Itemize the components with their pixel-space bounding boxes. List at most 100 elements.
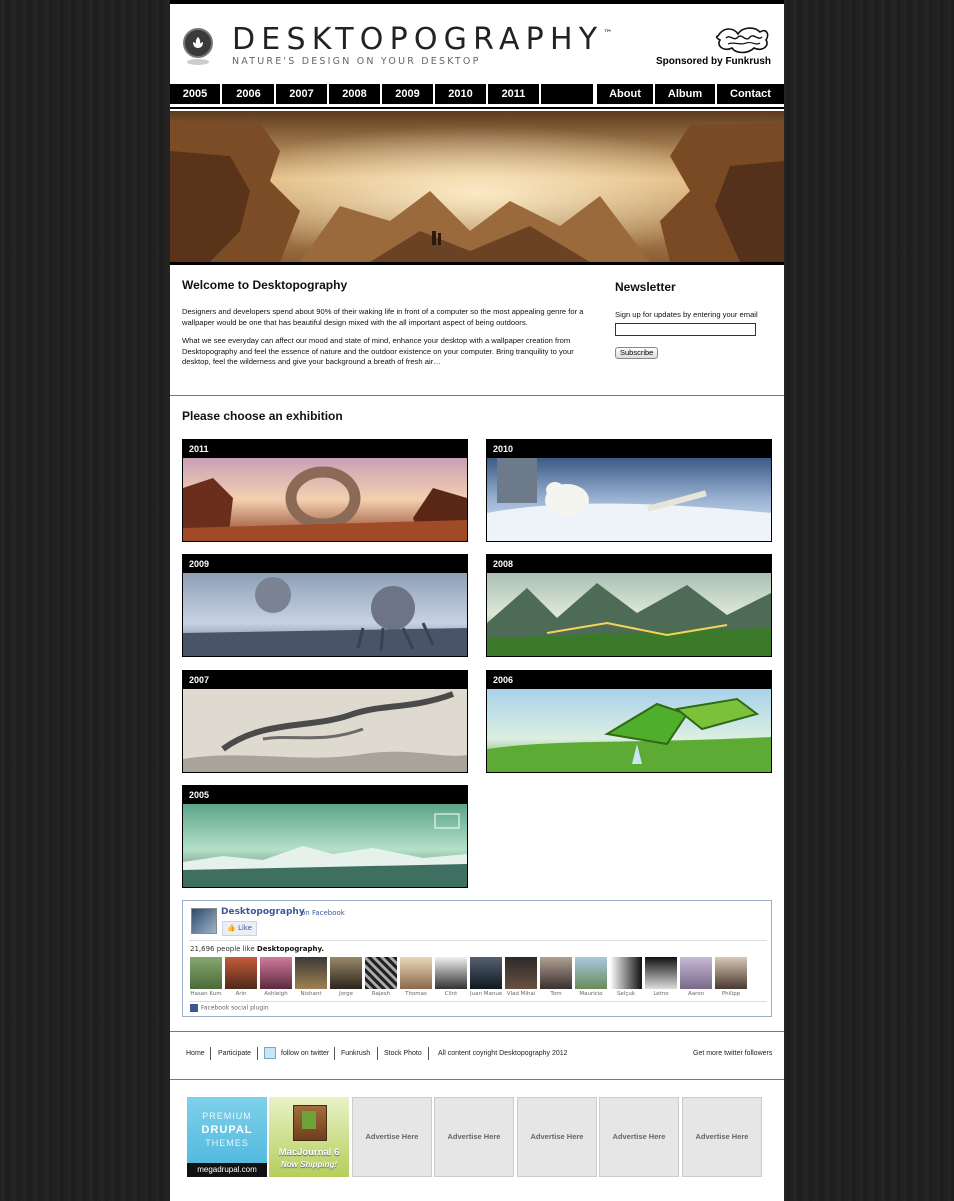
ad-placeholder[interactable]: Advertise Here [434, 1097, 514, 1177]
ad-placeholder[interactable]: Advertise Here [682, 1097, 762, 1177]
exhibition-2005[interactable]: 2005 [182, 785, 468, 888]
facebook-face[interactable]: Maurício [575, 957, 607, 997]
sponsor-text[interactable]: Sponsored by Funkrush [656, 56, 771, 67]
footer-link-home[interactable]: Home [186, 1050, 205, 1057]
exhibition-year-label: 2011 [183, 440, 467, 458]
avatar [470, 957, 502, 989]
nav-contact[interactable]: Contact [717, 84, 784, 104]
nav-year-2007[interactable]: 2007 [276, 84, 329, 104]
exhibition-thumbnail[interactable] [183, 458, 467, 541]
avatar [400, 957, 432, 989]
footer-links: Home Participate follow on twitter Funkr… [186, 1047, 776, 1062]
exhibition-2011[interactable]: 2011 [182, 439, 468, 542]
facebook-on-label[interactable]: on Facebook [301, 909, 345, 917]
exhibition-thumbnail[interactable] [183, 573, 467, 656]
facebook-face[interactable]: Nishant [295, 957, 327, 997]
facebook-face[interactable]: Aaron [680, 957, 712, 997]
ad-row: PREMIUM DRUPAL THEMES megadrupal.com Mac… [187, 1097, 767, 1177]
facebook-like-button[interactable]: 👍 Like [222, 921, 257, 936]
section-divider [170, 395, 784, 396]
page-container: DESKTOPOGRAPHY™ NATURE'S DESIGN ON YOUR … [170, 4, 784, 1201]
facebook-face[interactable]: Selçuk [610, 957, 642, 997]
welcome-title: Welcome to Desktopography [182, 278, 348, 292]
funkrush-logo-icon[interactable] [714, 24, 772, 56]
facebook-face[interactable]: Vlad Mihai [505, 957, 537, 997]
exhibition-2009[interactable]: 2009 [182, 554, 468, 657]
exhibition-thumbnail[interactable] [183, 804, 467, 887]
footer-separator [210, 1047, 211, 1060]
footer-link-twitter[interactable]: follow on twitter [281, 1050, 329, 1057]
exhibition-2007[interactable]: 2007 [182, 670, 468, 773]
footer-link-participate[interactable]: Participate [218, 1050, 251, 1057]
facebook-face[interactable]: Rajesh [365, 957, 397, 997]
exhibition-year-label: 2009 [183, 555, 467, 573]
exhibition-thumbnail[interactable] [487, 458, 771, 541]
avatar [435, 957, 467, 989]
divider [189, 1001, 767, 1002]
footer-link-funkrush[interactable]: Funkrush [341, 1050, 370, 1057]
nav-year-2011[interactable]: 2011 [488, 84, 541, 104]
ad-megadrupal[interactable]: PREMIUM DRUPAL THEMES megadrupal.com [187, 1097, 267, 1177]
exhibition-2010[interactable]: 2010 [486, 439, 772, 542]
ad-macjournal[interactable]: MacJournal 6 Now Shipping! [269, 1097, 349, 1177]
facebook-face[interactable]: Arin [225, 957, 257, 997]
newsletter-email-input[interactable] [615, 323, 756, 336]
facebook-face[interactable]: Letno [645, 957, 677, 997]
exhibition-thumbnail[interactable] [183, 689, 467, 772]
exhibition-year-label: 2005 [183, 786, 467, 804]
subscribe-button[interactable]: Subscribe [615, 347, 659, 359]
facebook-face[interactable]: Tom [540, 957, 572, 997]
trademark-symbol: ™ [603, 29, 613, 39]
section-divider [170, 1079, 784, 1080]
logo-icon[interactable] [183, 28, 213, 58]
nav-year-2010[interactable]: 2010 [435, 84, 488, 104]
exhibition-thumbnail[interactable] [487, 689, 771, 772]
facebook-face[interactable]: Clint [435, 957, 467, 997]
footer-link-stock-photo[interactable]: Stock Photo [384, 1050, 422, 1057]
nav-album[interactable]: Album [655, 84, 717, 104]
exhibition-2006[interactable]: 2006 [486, 670, 772, 773]
ad-text: Now Shipping! [281, 1160, 337, 1169]
ad-site-label: megadrupal.com [187, 1163, 267, 1177]
site-tagline: NATURE'S DESIGN ON YOUR DESKTOP [232, 56, 481, 67]
facebook-page-name[interactable]: Desktopography [221, 907, 305, 917]
facebook-face[interactable]: Jorge [330, 957, 362, 997]
nav-year-2006[interactable]: 2006 [223, 84, 276, 104]
facebook-face[interactable]: Ashleigh [260, 957, 292, 997]
footer-separator [334, 1047, 335, 1060]
site-title[interactable]: DESKTOPOGRAPHY™ [232, 22, 612, 57]
ad-placeholder[interactable]: Advertise Here [352, 1097, 432, 1177]
avatar [680, 957, 712, 989]
welcome-paragraph-1: Designers and developers spend about 90%… [182, 307, 584, 327]
hero-banner [170, 111, 784, 262]
newsletter-text: Sign up for updates by entering your ema… [615, 310, 758, 319]
ad-placeholder[interactable]: Advertise Here [599, 1097, 679, 1177]
facebook-like-label: Like [237, 924, 252, 932]
facebook-face[interactable]: Hasan Kum [190, 957, 222, 997]
avatar [715, 957, 747, 989]
ad-text: DRUPAL [201, 1124, 253, 1136]
facebook-face[interactable]: Thomas [400, 957, 432, 997]
facebook-page-avatar[interactable] [191, 908, 217, 934]
ad-placeholder[interactable]: Advertise Here [517, 1097, 597, 1177]
facebook-icon [190, 1004, 198, 1012]
facebook-plugin-label[interactable]: Facebook social plugin [190, 1004, 269, 1012]
welcome-paragraph-2: What we see everyday can affect our mood… [182, 336, 574, 366]
exhibition-thumbnail[interactable] [487, 573, 771, 656]
avatar [645, 957, 677, 989]
facebook-face[interactable]: Juan Manue [470, 957, 502, 997]
ad-text: THEMES [205, 1138, 249, 1148]
facebook-like-box: Desktopography on Facebook 👍 Like 21,696… [182, 900, 772, 1017]
footer-separator [377, 1047, 378, 1060]
footer-link-twitter-followers[interactable]: Get more twitter followers [693, 1050, 772, 1057]
exhibition-heading: Please choose an exhibition [182, 409, 343, 423]
exhibition-2008[interactable]: 2008 [486, 554, 772, 657]
nav-year-2008[interactable]: 2008 [329, 84, 382, 104]
nav-year-2005[interactable]: 2005 [170, 84, 222, 104]
nav-about[interactable]: About [595, 84, 655, 104]
nav-year-2009[interactable]: 2009 [382, 84, 435, 104]
avatar [540, 957, 572, 989]
main-nav: 2005 2006 2007 2008 2009 2010 2011 About… [170, 84, 784, 104]
twitter-icon[interactable] [264, 1047, 276, 1059]
facebook-face[interactable]: Philipp [715, 957, 747, 997]
